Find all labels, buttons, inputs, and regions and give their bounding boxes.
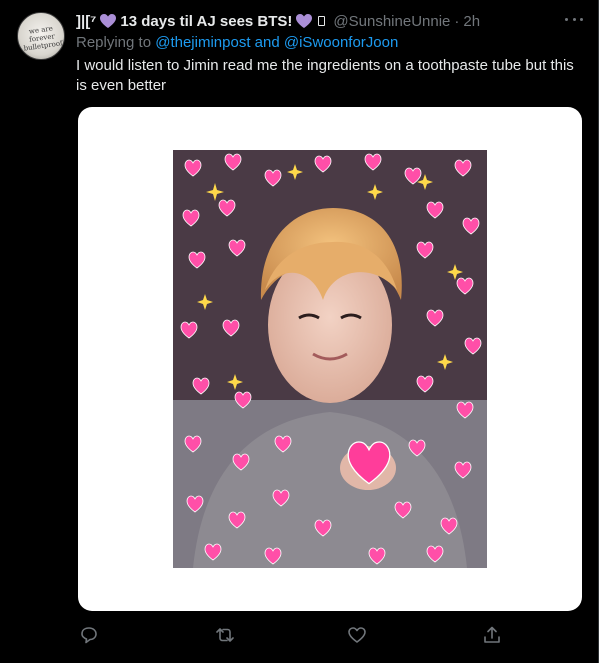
more-options-icon[interactable] (565, 16, 583, 22)
purple-heart-icon (100, 13, 117, 28)
tweet-media[interactable] (78, 107, 582, 611)
display-name-main: 13 days til AJ sees BTS! (120, 12, 293, 30)
replying-to-line: Replying to @thejiminpost and @iSwoonfor… (76, 34, 398, 51)
profile-avatar[interactable]: we are forever bulletproof (17, 12, 65, 60)
reply-target-link-1[interactable]: @thejiminpost (155, 34, 250, 51)
unsupported-glyph-icon (318, 16, 326, 26)
tweet-timestamp[interactable]: 2h (463, 13, 480, 30)
reply-target-link-2[interactable]: @iSwoonforJoon (284, 34, 398, 51)
display-name-prefix: ]|[⁷ (76, 12, 97, 30)
purple-heart-icon (296, 13, 313, 28)
avatar-text: we are forever bulletproof (23, 24, 64, 53)
retweet-icon[interactable] (214, 624, 236, 646)
share-icon[interactable] (481, 624, 503, 646)
reply-icon[interactable] (78, 624, 100, 646)
tweet-photo[interactable] (173, 150, 487, 568)
display-name[interactable]: ]|[⁷ 13 days til AJ sees BTS! (76, 13, 329, 30)
tweet-header: ]|[⁷ 13 days til AJ sees BTS! @SunshineU… (76, 11, 480, 31)
replying-to-label: Replying to (76, 34, 152, 51)
separator-dot: · (454, 12, 460, 30)
like-icon[interactable] (346, 624, 368, 646)
reply-and-text: and (254, 34, 280, 51)
user-handle[interactable]: @SunshineUnnie (333, 13, 450, 30)
tweet-actions (76, 624, 506, 646)
tweet-text: I would listen to Jimin read me the ingr… (76, 57, 574, 94)
